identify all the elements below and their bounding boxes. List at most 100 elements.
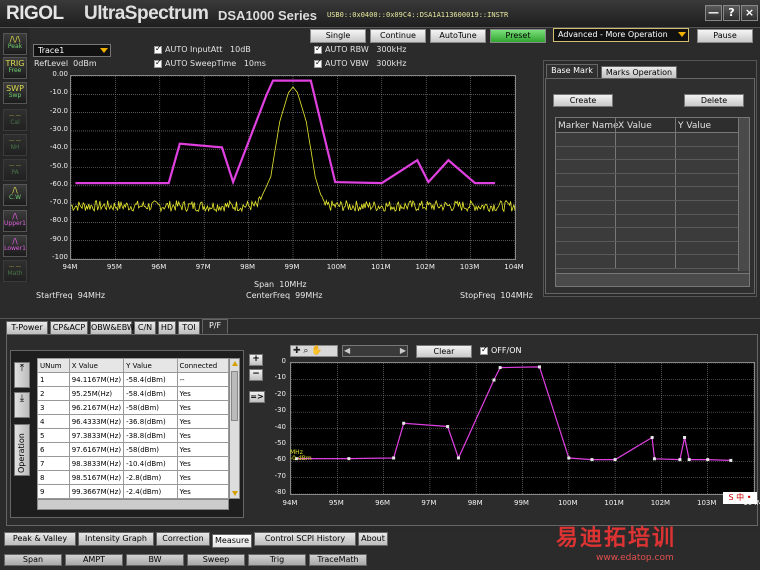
marker-row[interactable]: [556, 187, 738, 201]
clear-button[interactable]: Clear: [416, 345, 472, 358]
connected-cell[interactable]: --: [176, 372, 230, 387]
bottom-tab-intensity-graph[interactable]: Intensity Graph: [78, 532, 154, 546]
left-arrow-icon[interactable]: ◀: [344, 346, 350, 355]
table-row[interactable]: 9 99.3667M(Hz) -2.4(dBm) Yes: [37, 484, 230, 499]
y-value-cell[interactable]: -58.4(dBm): [123, 386, 178, 401]
checkbox-icon[interactable]: [154, 44, 162, 54]
softkey-span[interactable]: Span: [4, 554, 62, 566]
y-value-cell[interactable]: -58(dBm): [123, 400, 178, 415]
pf-point[interactable]: [650, 436, 654, 440]
marker-row[interactable]: [556, 228, 738, 242]
delete-button[interactable]: Delete: [684, 94, 744, 107]
pf-point[interactable]: [729, 458, 733, 462]
create-button[interactable]: Create: [553, 94, 613, 107]
x-value-cell[interactable]: 98.3833M(Hz): [68, 456, 125, 471]
y-value-cell[interactable]: -58.4(dBm): [123, 372, 178, 387]
table-row[interactable]: 4 96.4333M(Hz) -36.8(dBm) Yes: [37, 414, 230, 429]
bottom-tab-correction[interactable]: Correction: [156, 532, 210, 546]
pf-point[interactable]: [683, 436, 687, 440]
lower-limit-button[interactable]: /\ Lower1: [3, 235, 27, 257]
unum-cell[interactable]: 9: [37, 484, 70, 499]
peak-mode-button[interactable]: /\/\ Peak: [3, 33, 27, 55]
pf-point[interactable]: [446, 425, 450, 429]
move-up-button[interactable]: ⤒: [14, 362, 30, 388]
auto-input-att[interactable]: AUTO InputAtt 10dB: [154, 44, 251, 54]
table-row[interactable]: 6 97.6167M(Hz) -58(dBm) Yes: [37, 442, 230, 457]
marker-vertical-scrollbar[interactable]: [738, 118, 749, 271]
table-row[interactable]: 5 97.3833M(Hz) -38.8(dBm) Yes: [37, 428, 230, 443]
checkbox-icon[interactable]: [314, 44, 322, 54]
off-on-toggle[interactable]: OFF/ON: [480, 345, 521, 355]
tab-toi[interactable]: TOI: [178, 321, 200, 335]
tab-obw-ebw[interactable]: OBW&EBW: [90, 321, 135, 335]
tab-t-power[interactable]: T-Power: [6, 321, 48, 335]
sweep-mode-button[interactable]: SWP Swp: [3, 82, 27, 104]
connected-cell[interactable]: Yes: [176, 470, 230, 485]
y-value-cell[interactable]: -2.8(dBm): [123, 470, 178, 485]
softkey-ampt[interactable]: AMPT: [65, 554, 123, 566]
pf-point[interactable]: [567, 456, 571, 460]
tab-p-f[interactable]: P/F: [202, 319, 228, 334]
checkbox-icon[interactable]: [480, 345, 488, 355]
pf-table-hscrollbar[interactable]: [37, 499, 229, 510]
table-row[interactable]: 8 98.5167M(Hz) -2.8(dBm) Yes: [37, 470, 230, 485]
pf-point[interactable]: [537, 365, 541, 369]
pf-point[interactable]: [402, 421, 406, 425]
checkbox-icon[interactable]: [154, 58, 162, 68]
scroll-down-icon[interactable]: [232, 491, 238, 496]
nh-mode-button[interactable]: ~~ NH: [3, 134, 27, 156]
connected-cell[interactable]: Yes: [176, 442, 230, 457]
marker-row[interactable]: [556, 174, 738, 188]
marker-row[interactable]: [556, 242, 738, 256]
pf-point[interactable]: [613, 458, 617, 462]
pause-button[interactable]: Pause: [697, 29, 753, 43]
marker-row[interactable]: [556, 215, 738, 229]
tab-c-n[interactable]: C/N: [134, 321, 156, 335]
marker-row[interactable]: [556, 133, 738, 147]
table-row[interactable]: 3 96.2167M(Hz) -58(dBm) Yes: [37, 400, 230, 415]
auto-vbw[interactable]: AUTO VBW 300kHz: [314, 58, 406, 68]
bottom-tab-measure[interactable]: Measure: [212, 534, 252, 548]
pf-point[interactable]: [498, 366, 502, 370]
x-value-cell[interactable]: 98.5167M(Hz): [68, 470, 125, 485]
table-row[interactable]: 7 98.3833M(Hz) -10.4(dBm) Yes: [37, 456, 230, 471]
tab-cp-acp[interactable]: CP&ACP: [50, 321, 88, 335]
pf-plot[interactable]: [290, 362, 755, 495]
trigger-mode-button[interactable]: TRIG Free: [3, 57, 27, 79]
scroll-thumb[interactable]: [231, 371, 238, 421]
minimize-button[interactable]: —: [705, 5, 722, 21]
pf-table-scrollbar[interactable]: [229, 358, 240, 499]
unum-cell[interactable]: 4: [37, 414, 70, 429]
pf-point[interactable]: [392, 456, 396, 460]
checkbox-icon[interactable]: [314, 58, 322, 68]
x-value-cell[interactable]: 99.3667M(Hz): [68, 484, 125, 499]
bottom-tab-peak-valley[interactable]: Peak & Valley: [4, 532, 76, 546]
pf-point[interactable]: [456, 456, 460, 460]
softkey-bw[interactable]: BW: [126, 554, 184, 566]
autotune-button[interactable]: AutoTune: [430, 29, 486, 43]
tab-base-mark[interactable]: Base Mark: [546, 64, 598, 78]
unum-cell[interactable]: 7: [37, 456, 70, 471]
softkey-tracemath[interactable]: TraceMath: [309, 554, 367, 566]
x-value-cell[interactable]: 95.25M(Hz): [68, 386, 125, 401]
pa-mode-button[interactable]: ~~ PA: [3, 159, 27, 181]
pf-point[interactable]: [687, 458, 691, 462]
pan-hand-icon[interactable]: ✋: [311, 346, 322, 356]
x-value-cell[interactable]: 96.2167M(Hz): [68, 400, 125, 415]
tab-hd[interactable]: HD: [158, 321, 176, 335]
softkey-sweep[interactable]: Sweep: [187, 554, 245, 566]
scroll-up-icon[interactable]: [232, 361, 238, 366]
continue-button[interactable]: Continue: [370, 29, 426, 43]
pf-point[interactable]: [590, 458, 594, 462]
right-arrow-icon[interactable]: ▶: [400, 346, 406, 355]
y-value-cell[interactable]: -2.4(dBm): [123, 484, 178, 499]
pf-point[interactable]: [347, 457, 351, 461]
bottom-tab-about[interactable]: About: [358, 532, 388, 546]
unum-cell[interactable]: 5: [37, 428, 70, 443]
unum-cell[interactable]: 3: [37, 400, 70, 415]
spectrum-plot[interactable]: [70, 75, 516, 260]
trace-select[interactable]: Trace1: [33, 44, 111, 57]
x-value-cell[interactable]: 97.6167M(Hz): [68, 442, 125, 457]
table-row[interactable]: 2 95.25M(Hz) -58.4(dBm) Yes: [37, 386, 230, 401]
y-value-cell[interactable]: -36.8(dBm): [123, 414, 178, 429]
